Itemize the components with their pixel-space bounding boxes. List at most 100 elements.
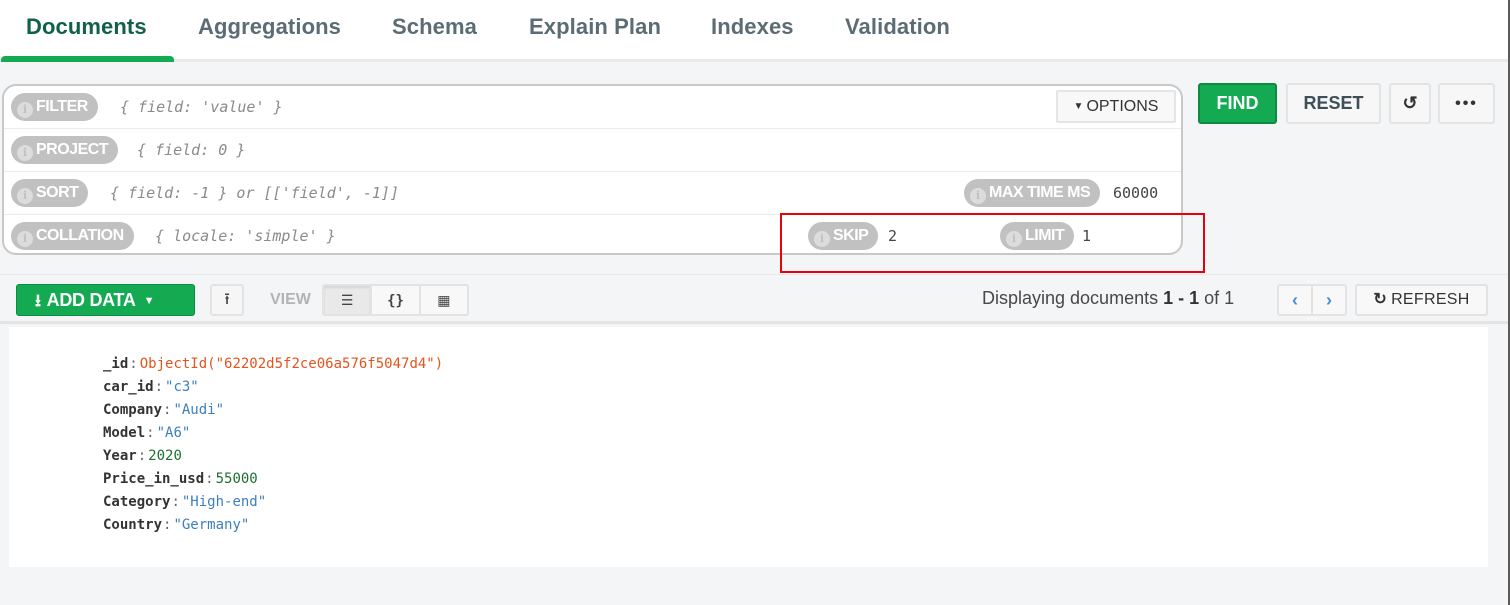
- query-history-button[interactable]: ↺: [1389, 83, 1431, 124]
- filter-row: i FILTER { field: 'value' } ▼ OPTIONS: [4, 86, 1181, 129]
- field-separator: :: [146, 425, 155, 441]
- reset-button[interactable]: RESET: [1286, 83, 1381, 124]
- info-icon[interactable]: i: [814, 231, 830, 247]
- max-time-ms-input[interactable]: 60000: [1113, 179, 1158, 207]
- sort-input[interactable]: { field: -1 } or [['field', -1]]: [110, 179, 399, 207]
- view-label: VIEW: [270, 291, 311, 308]
- tab-indexes[interactable]: Indexes: [711, 14, 794, 40]
- field-separator: :: [129, 356, 138, 372]
- document-field[interactable]: _id: ObjectId("62202d5f2ce06a576f5047d4"): [103, 353, 443, 376]
- refresh-button[interactable]: ↻ REFRESH: [1355, 284, 1488, 316]
- more-options-button[interactable]: •••: [1438, 83, 1495, 124]
- collation-label: i COLLATION: [11, 222, 134, 250]
- tab-aggregations[interactable]: Aggregations: [198, 14, 341, 40]
- tab-documents[interactable]: Documents: [26, 14, 147, 40]
- max-time-ms-label-text: MAX TIME MS: [989, 184, 1091, 201]
- tab-schema[interactable]: Schema: [392, 14, 477, 40]
- max-time-ms-label: i MAX TIME MS: [964, 179, 1101, 207]
- sort-label-text: SORT: [36, 184, 79, 201]
- collation-input[interactable]: { locale: 'simple' }: [155, 222, 336, 250]
- project-label-text: PROJECT: [36, 141, 109, 158]
- export-button[interactable]: ⭱: [210, 284, 244, 316]
- document-field[interactable]: Country: "Germany": [103, 514, 249, 537]
- project-label: i PROJECT: [11, 136, 119, 164]
- info-icon[interactable]: i: [17, 188, 33, 204]
- find-button[interactable]: FIND: [1198, 83, 1277, 124]
- display-of: of: [1199, 288, 1225, 308]
- field-separator: :: [137, 448, 147, 464]
- view-json-button[interactable]: {}: [372, 286, 421, 314]
- field-value: "A6": [156, 425, 191, 441]
- filter-label-text: FILTER: [36, 98, 88, 115]
- field-key: car_id: [103, 379, 154, 395]
- braces-icon: {}: [387, 293, 404, 309]
- display-prefix: Displaying documents: [982, 288, 1164, 308]
- document-field[interactable]: Company: "Audi": [103, 399, 224, 422]
- filter-input[interactable]: { field: 'value' }: [120, 93, 283, 121]
- refresh-label: REFRESH: [1391, 291, 1470, 308]
- field-key: Year: [103, 448, 137, 464]
- field-value: 55000: [215, 471, 258, 487]
- caret-down-icon: ▼: [143, 295, 155, 307]
- field-separator: :: [171, 494, 180, 510]
- field-key: Model: [103, 425, 146, 441]
- filter-label: i FILTER: [11, 93, 98, 121]
- limit-label: i LIMIT: [1000, 222, 1075, 250]
- document-card: _id: ObjectId("62202d5f2ce06a576f5047d4")…: [9, 327, 1488, 567]
- tab-explain-plan[interactable]: Explain Plan: [529, 14, 661, 40]
- skip-input[interactable]: 2: [888, 222, 897, 250]
- documents-toolbar: ⭳ ADD DATA ▼ ⭱ VIEW ☰ {} ▦ Displaying docu…: [0, 274, 1508, 324]
- refresh-icon: ↻: [1373, 291, 1388, 308]
- field-value: 2020: [148, 448, 182, 464]
- chevron-left-icon: ‹: [1292, 290, 1298, 310]
- download-icon: ⭳: [35, 291, 41, 310]
- display-range: 1 - 1: [1163, 288, 1200, 308]
- active-tab-indicator: [1, 56, 174, 62]
- document-field[interactable]: Year: 2020: [103, 445, 182, 468]
- document-field[interactable]: Category: "High-end": [103, 491, 266, 514]
- next-page-button[interactable]: ›: [1313, 286, 1345, 314]
- field-separator: :: [205, 471, 214, 487]
- project-input[interactable]: { field: 0 }: [137, 136, 245, 164]
- limit-label-text: LIMIT: [1025, 227, 1065, 244]
- pagination-controls: ‹ ›: [1277, 284, 1347, 316]
- upload-icon: ⭱: [224, 291, 230, 308]
- collation-row: i COLLATION { locale: 'simple' } i SKIP 2 …: [4, 215, 1181, 258]
- list-icon: ☰: [340, 292, 354, 308]
- sort-label: i SORT: [11, 179, 89, 207]
- limit-input[interactable]: 1: [1082, 222, 1091, 250]
- field-value: "Germany": [173, 517, 250, 533]
- table-icon: ▦: [437, 292, 451, 308]
- info-icon[interactable]: i: [17, 145, 33, 161]
- field-value: "Audi": [173, 402, 225, 418]
- sort-row: i SORT { field: -1 } or [['field', -1]] i…: [4, 172, 1181, 215]
- info-icon[interactable]: i: [17, 102, 33, 118]
- field-key: _id: [103, 356, 129, 372]
- skip-label-text: SKIP: [833, 227, 869, 244]
- tab-validation[interactable]: Validation: [845, 14, 950, 40]
- add-data-button[interactable]: ⭳ ADD DATA ▼: [16, 284, 195, 316]
- document-field[interactable]: Price_in_usd: 55000: [103, 468, 258, 491]
- view-list-button[interactable]: ☰: [324, 286, 373, 314]
- field-value: ObjectId("62202d5f2ce06a576f5047d4"): [139, 356, 444, 372]
- field-value: "c3": [165, 379, 199, 395]
- view-table-button[interactable]: ▦: [421, 286, 467, 314]
- chevron-right-icon: ›: [1326, 290, 1332, 310]
- project-row: i PROJECT { field: 0 }: [4, 129, 1181, 172]
- info-icon[interactable]: i: [1006, 231, 1022, 247]
- skip-label: i SKIP: [808, 222, 879, 250]
- field-value: "High-end": [181, 494, 267, 510]
- previous-page-button[interactable]: ‹: [1279, 286, 1313, 314]
- field-key: Price_in_usd: [103, 471, 205, 487]
- collation-label-text: COLLATION: [36, 227, 124, 244]
- info-icon[interactable]: i: [970, 188, 986, 204]
- options-button[interactable]: ▼ OPTIONS: [1056, 90, 1176, 123]
- add-data-label: ADD DATA: [46, 290, 136, 310]
- field-separator: :: [163, 517, 172, 533]
- document-field[interactable]: car_id: "c3": [103, 376, 199, 399]
- info-icon[interactable]: i: [17, 231, 33, 247]
- field-separator: :: [154, 379, 164, 395]
- view-mode-switcher: ☰ {} ▦: [322, 284, 469, 316]
- field-key: Company: [103, 402, 163, 418]
- document-field[interactable]: Model: "A6": [103, 422, 190, 445]
